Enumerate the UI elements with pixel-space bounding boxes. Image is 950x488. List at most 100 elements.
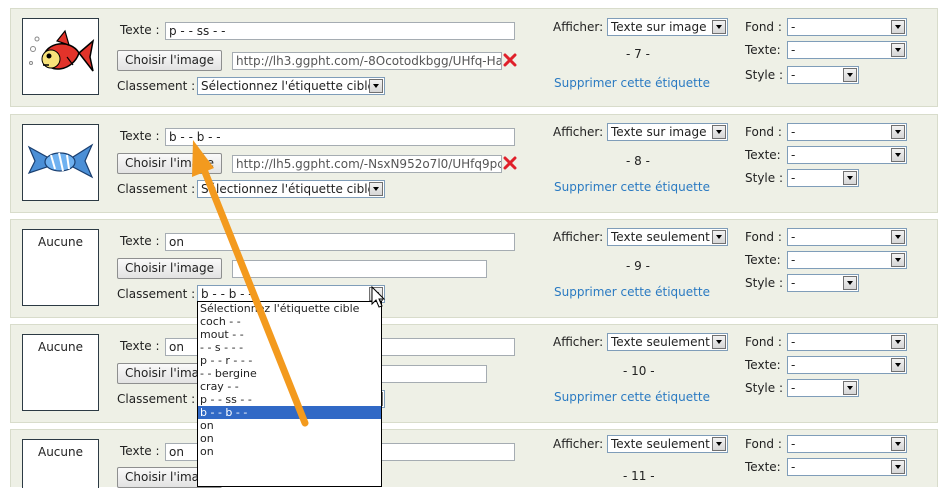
afficher-select[interactable]: Texte seulement xyxy=(607,228,728,246)
image-url-input[interactable] xyxy=(232,260,487,278)
chevron-down-icon[interactable] xyxy=(843,68,857,82)
choose-image-button[interactable]: Choisir l'image xyxy=(117,153,223,174)
text-color-value: - xyxy=(791,358,796,372)
chevron-down-icon[interactable] xyxy=(369,79,383,93)
delete-label-link[interactable]: Supprimer cette étiquette xyxy=(554,76,710,90)
fond-value: - xyxy=(791,20,796,34)
classement-select[interactable]: Sélectionnez l'étiquette cible xyxy=(197,77,385,95)
chevron-down-icon[interactable] xyxy=(891,230,905,244)
text-input[interactable]: on xyxy=(165,233,515,251)
text-input[interactable]: b - - b - - xyxy=(165,128,515,146)
image-url-input[interactable]: http://lh3.ggpht.com/-8Ocotodkbgg/UHfq-H… xyxy=(232,52,502,70)
classement-label: Classement : xyxy=(117,79,196,93)
style-select[interactable]: - xyxy=(787,66,859,84)
style-select[interactable]: - xyxy=(787,379,859,397)
text-label: Texte : xyxy=(120,234,160,248)
chevron-down-icon[interactable] xyxy=(891,460,905,474)
text-color-select[interactable]: - xyxy=(787,458,907,476)
text-color-select[interactable]: - xyxy=(787,356,907,374)
chevron-down-icon[interactable] xyxy=(712,335,726,349)
chevron-down-icon[interactable] xyxy=(369,182,383,196)
fond-label: Fond : xyxy=(745,125,782,139)
label-row-9: Aucune Texte : on Choisir l'image Classe… xyxy=(10,219,938,318)
chevron-down-icon[interactable] xyxy=(891,358,905,372)
choose-image-button[interactable]: Choisir l'image xyxy=(117,258,223,279)
fond-select[interactable]: - xyxy=(787,228,907,246)
dropdown-option[interactable]: - - s - - - xyxy=(198,341,381,354)
dropdown-option[interactable]: p - - r - - - xyxy=(198,354,381,367)
classement-value: Sélectionnez l'étiquette cible xyxy=(201,79,375,93)
text-color-select[interactable]: - xyxy=(787,41,907,59)
text-color-select[interactable]: - xyxy=(787,251,907,269)
dropdown-option[interactable]: mout - - xyxy=(198,328,381,341)
afficher-select[interactable]: Texte sur image xyxy=(607,18,728,36)
dropdown-option[interactable]: on xyxy=(198,432,381,445)
chevron-down-icon[interactable] xyxy=(712,125,726,139)
fond-select[interactable]: - xyxy=(787,333,907,351)
choose-image-button[interactable]: Choisir l'image xyxy=(117,50,223,71)
fish-icon xyxy=(29,29,95,72)
dropdown-option[interactable]: - - bergine xyxy=(198,367,381,380)
dropdown-option[interactable]: coch - - xyxy=(198,315,381,328)
text-color-value: - xyxy=(791,43,796,57)
text-color-label: Texte: xyxy=(745,460,781,474)
label-number: - 11 - xyxy=(623,469,655,483)
chevron-down-icon[interactable] xyxy=(891,335,905,349)
image-url-input[interactable]: http://lh5.ggpht.com/-NsxN952o7l0/UHfq9p… xyxy=(232,155,502,173)
text-color-select[interactable]: - xyxy=(787,146,907,164)
afficher-select[interactable]: Texte seulement xyxy=(607,435,728,453)
label-number: - 9 - xyxy=(626,259,650,273)
chevron-down-icon[interactable] xyxy=(891,20,905,34)
delete-label-link[interactable]: Supprimer cette étiquette xyxy=(554,390,710,404)
classement-select[interactable]: Sélectionnez l'étiquette cible xyxy=(197,180,385,198)
delete-image-icon[interactable] xyxy=(503,156,517,170)
afficher-select[interactable]: Texte sur image xyxy=(607,123,728,141)
chevron-down-icon[interactable] xyxy=(891,125,905,139)
style-select[interactable]: - xyxy=(787,169,859,187)
classement-label: Classement : xyxy=(117,392,196,406)
chevron-down-icon[interactable] xyxy=(712,230,726,244)
chevron-down-icon[interactable] xyxy=(712,20,726,34)
text-label: Texte : xyxy=(120,444,160,458)
dropdown-option[interactable]: on xyxy=(198,445,381,458)
delete-label-link[interactable]: Supprimer cette étiquette xyxy=(554,285,710,299)
style-select[interactable]: - xyxy=(787,274,859,292)
afficher-label: Afficher: xyxy=(553,437,604,451)
label-number: - 10 - xyxy=(623,364,655,378)
dropdown-option[interactable]: p - - ss - - xyxy=(198,393,381,406)
chevron-down-icon[interactable] xyxy=(843,171,857,185)
chevron-down-icon[interactable] xyxy=(843,381,857,395)
afficher-select[interactable]: Texte seulement xyxy=(607,333,728,351)
text-input[interactable]: p - - ss - - xyxy=(165,22,515,40)
chevron-down-icon[interactable] xyxy=(891,148,905,162)
text-label: Texte : xyxy=(120,23,160,37)
delete-label-link[interactable]: Supprimer cette étiquette xyxy=(554,180,710,194)
text-color-value: - xyxy=(791,460,796,474)
fond-select[interactable]: - xyxy=(787,123,907,141)
text-color-value: - xyxy=(791,253,796,267)
classement-label: Classement : xyxy=(117,182,196,196)
fond-select[interactable]: - xyxy=(787,435,907,453)
classement-label: Classement : xyxy=(117,287,196,301)
dropdown-option[interactable]: on xyxy=(198,419,381,432)
delete-image-icon[interactable] xyxy=(503,53,517,67)
chevron-down-icon[interactable] xyxy=(891,437,905,451)
fond-label: Fond : xyxy=(745,230,782,244)
label-row-11: Aucune Texte : on Choisir l'image Affich… xyxy=(10,429,938,488)
chevron-down-icon[interactable] xyxy=(369,287,383,301)
fond-label: Fond : xyxy=(745,437,782,451)
label-number: - 8 - xyxy=(626,154,650,168)
dropdown-option-selected[interactable]: b - - b - - xyxy=(198,406,381,419)
style-label: Style : xyxy=(745,68,783,82)
no-image-text: Aucune xyxy=(37,235,83,249)
dropdown-option[interactable]: cray - - xyxy=(198,380,381,393)
classement-dropdown-list[interactable]: Sélectionnez l'étiquette cible coch - - … xyxy=(197,301,382,487)
chevron-down-icon[interactable] xyxy=(843,276,857,290)
chevron-down-icon[interactable] xyxy=(712,437,726,451)
dropdown-option[interactable]: Sélectionnez l'étiquette cible xyxy=(198,302,381,315)
text-color-label: Texte: xyxy=(745,358,781,372)
style-label: Style : xyxy=(745,276,783,290)
chevron-down-icon[interactable] xyxy=(891,253,905,267)
chevron-down-icon[interactable] xyxy=(891,43,905,57)
fond-select[interactable]: - xyxy=(787,18,907,36)
